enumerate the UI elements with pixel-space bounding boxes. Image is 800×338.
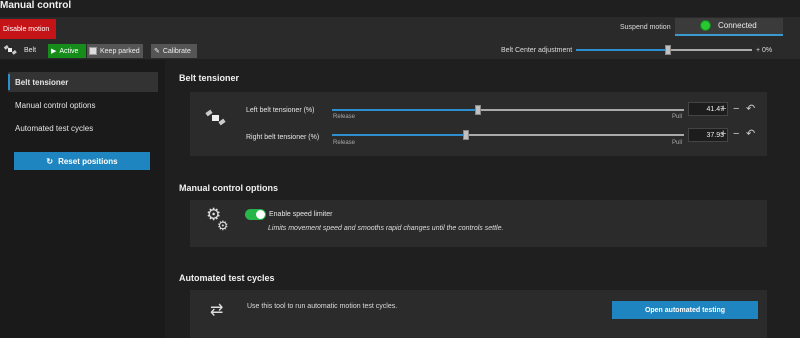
reset-icon: ↻ [46,156,54,166]
left-pull-label: Pull [672,114,683,120]
center-adjust-thumb[interactable] [665,45,671,55]
center-adjust-fill [576,49,668,51]
sidebar-item-manual-control-options[interactable]: Manual control options [15,101,96,110]
left-tensioner-thumb[interactable] [475,105,481,115]
sidebar-item-automated-test-cycles[interactable]: Automated test cycles [15,124,93,133]
reset-positions-label: Reset positions [58,156,118,166]
right-tensioner-thumb[interactable] [463,130,469,140]
automated-test-cycles-title: Automated test cycles [179,273,275,283]
active-nav-marker [8,74,10,90]
belt-tensioner-panel [190,92,767,156]
speed-limiter-description: Limits movement speed and smooths rapid … [268,225,504,232]
right-belt-tensioner-label: Right belt tensioner (%) [246,134,320,141]
left-undo-icon[interactable]: ↶ [746,104,755,115]
belt-tensioner-title: Belt tensioner [179,73,240,83]
checkbox-icon [89,47,97,55]
wand-icon: ✎ [154,48,160,55]
connection-status-text: Connected [718,21,757,30]
keep-parked-label: Keep parked [100,47,140,55]
connected-indicator-icon [700,20,711,31]
center-adjust-value: + 0% [756,47,773,54]
test-cycles-description: Use this tool to run automatic motion te… [247,303,398,310]
disable-motion-button[interactable]: Disable motion [0,19,56,39]
right-undo-icon[interactable]: ↶ [746,129,755,140]
left-tensioner-fill [332,109,478,111]
play-icon: ▶ [51,48,57,55]
reset-positions-button[interactable]: ↻ Reset positions [14,152,150,170]
keep-parked-button[interactable]: Keep parked [87,44,143,58]
right-release-label: Release [333,140,356,146]
left-decrease-icon[interactable]: − [733,104,739,115]
belt-satellite-icon [3,45,17,55]
left-release-label: Release [333,114,356,120]
right-decrease-icon[interactable]: − [733,129,739,140]
right-increase-icon[interactable]: + [720,129,726,140]
suspend-motion-label[interactable]: Suspend motion [620,24,671,31]
open-automated-testing-button[interactable]: Open automated testing [612,301,758,319]
manual-control-options-title: Manual control options [179,183,278,193]
sidebar-item-label: Belt tensioner [15,78,69,87]
belt-label: Belt [24,47,37,54]
calibrate-label: Calibrate [162,47,191,55]
small-gear-icon: ⚙ [217,218,229,233]
manual-control-options-panel [190,200,767,247]
belt-tensioner-icon [205,109,226,126]
cycle-arrows-icon: ⇄ [210,302,224,319]
active-button[interactable]: ▶ Active [48,44,86,58]
toggle-knob [256,210,265,219]
belt-center-adjustment-label: Belt Center adjustment [501,47,573,54]
left-belt-tensioner-label: Left belt tensioner (%) [246,107,315,114]
right-pull-label: Pull [672,140,683,146]
calibrate-button[interactable]: ✎ Calibrate [151,44,197,58]
speed-limiter-label: Enable speed limiter [269,211,333,218]
right-tensioner-fill [332,134,466,136]
window-title: Manual control [0,0,72,11]
left-increase-icon[interactable]: + [720,104,726,115]
active-label: Active [59,47,79,55]
